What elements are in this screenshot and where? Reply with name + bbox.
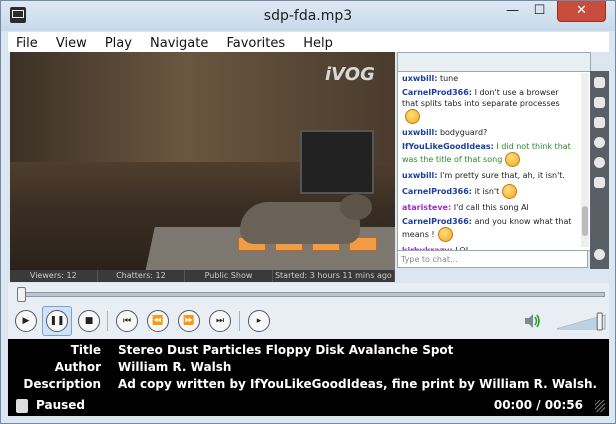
divider (239, 311, 240, 331)
metadata-value: William R. Walsh (118, 360, 232, 374)
status-bar: Paused 00:00 / 00:56 (8, 396, 609, 416)
metadata-key: Description (23, 377, 101, 391)
metadata-value: Stereo Dust Particles Floppy Disk Avalan… (118, 343, 454, 357)
stream-status-bar: Viewers: 12 Chatters: 12 Public Show Sta… (10, 270, 395, 282)
users-icon[interactable] (594, 97, 605, 108)
volume-slider[interactable] (555, 309, 607, 331)
title-bar[interactable]: sdp-fda.mp3 — ☐ ✕ (1, 1, 615, 31)
stop-button[interactable]: ■ (78, 310, 100, 332)
maximize-button[interactable]: ☐ (526, 1, 553, 21)
next-button[interactable]: ⏭ (209, 310, 231, 332)
menu-file[interactable]: File (16, 34, 38, 54)
menu-bar: File View Play Navigate Favorites Help (8, 32, 609, 52)
playback-time: 00:00 / 00:56 (493, 398, 583, 412)
video-cat-head (340, 194, 372, 220)
minimize-button[interactable]: — (499, 1, 526, 21)
chat-header (397, 52, 591, 72)
chat-nick[interactable]: CarnelProd366: (402, 187, 472, 196)
chat-message: ataristeve: I'd call this song Al (398, 201, 590, 215)
chat-sidebar (590, 71, 609, 269)
book-icon[interactable] (594, 117, 605, 128)
stream-started: Started: 3 hours 11 mins ago (273, 270, 395, 282)
app-window: sdp-fda.mp3 — ☐ ✕ File View Play Navigat… (0, 0, 616, 424)
fast-forward-button[interactable]: ⏩ (178, 310, 200, 332)
chat-nick[interactable]: CarnelProd366: (402, 88, 472, 97)
viewers-count: Viewers: 12 (10, 270, 98, 282)
seek-bar[interactable] (18, 292, 605, 297)
chat-nick[interactable]: IfYouLikeGoodIdeas: (402, 142, 494, 151)
stream-logo: iVOG (325, 64, 375, 85)
volume-icon[interactable] (523, 312, 541, 330)
chat-nick[interactable]: uxwbill: (402, 128, 437, 137)
chatters-count: Chatters: 12 (98, 270, 186, 282)
chat-text: bodyguard? (439, 128, 488, 137)
close-button[interactable]: ✕ (557, 1, 606, 22)
play-button[interactable]: ▶ (15, 310, 37, 332)
seek-thumb[interactable] (17, 287, 26, 302)
chat-nick[interactable]: uxwbill: (402, 171, 437, 180)
video-frame: iVOG (10, 52, 395, 272)
video-monitor (300, 130, 374, 194)
metadata-key: Author (54, 360, 101, 374)
rewind-button[interactable]: ⏪ (147, 310, 169, 332)
chat-text: it isn't (474, 187, 500, 196)
metadata-author-row: Author William R. Walsh (8, 358, 609, 376)
metadata-title-row: Title Stereo Dust Particles Floppy Disk … (8, 341, 609, 359)
menu-play[interactable]: Play (105, 34, 132, 54)
chat-message: uxwbill: bodyguard? (398, 126, 590, 140)
menu-view[interactable]: View (56, 34, 87, 54)
menu-navigate[interactable]: Navigate (150, 34, 208, 54)
step-button[interactable]: ▸ (248, 310, 270, 332)
chat-nick[interactable]: CarnelProd366: (402, 217, 472, 226)
pause-button[interactable]: ❚❚ (42, 306, 72, 336)
chat-nick[interactable]: uxwbill: (402, 74, 437, 83)
chat-text: I'd call this song Al (453, 203, 529, 212)
chat-message: CarnelProd366: it isn't (398, 183, 590, 201)
divider (107, 311, 108, 331)
arrow-icon[interactable] (594, 177, 605, 188)
metadata-description-row: Description Ad copy written by IfYouLike… (8, 375, 609, 393)
chat-scrollbar-thumb[interactable] (582, 206, 588, 236)
chat-message: CarnelProd366: and you know what that me… (398, 215, 590, 244)
resize-grip[interactable] (595, 400, 605, 412)
controls-row: ▶ ❚❚ ■ ⏮ ⏪ ⏩ ⏭ ▸ (8, 303, 609, 339)
gear-icon[interactable] (594, 157, 605, 168)
chat-message: CarnelProd366: I don't use a browser tha… (398, 86, 590, 126)
chat-message: IfYouLikeGoodIdeas: I did not think that… (398, 140, 590, 169)
chat-log[interactable]: uxwbill: tune CarnelProd366: I don't use … (397, 71, 591, 251)
menu-favorites[interactable]: Favorites (226, 34, 285, 54)
metadata-value: Ad copy written by IfYouLikeGoodIdeas, f… (118, 377, 598, 391)
smiley-icon (437, 227, 453, 242)
metadata-panel: Title Stereo Dust Particles Floppy Disk … (8, 339, 609, 396)
menu-help[interactable]: Help (303, 34, 333, 54)
chat-input[interactable]: Type to chat... (397, 250, 588, 268)
metadata-key: Title (70, 343, 101, 357)
bubble-icon[interactable] (594, 249, 605, 260)
smiley-icon[interactable] (594, 137, 605, 148)
smiley-icon (505, 152, 521, 167)
video-area[interactable]: iVOG Viewers: 12 Chatters: 12 Public Sho… (10, 52, 395, 282)
smiley-icon (405, 109, 420, 124)
playback-state: Paused (36, 398, 85, 412)
chat-nick[interactable]: ataristeve: (402, 203, 451, 212)
chat-message: uxwbill: I'm pretty sure that, ah, it is… (398, 169, 590, 183)
smiley-icon (502, 184, 518, 199)
chat-message: uxwbill: tune (398, 72, 590, 86)
status-icon (16, 399, 28, 413)
chat-text: I'm pretty sure that, ah, it isn't. (439, 171, 565, 180)
seek-row (8, 283, 609, 303)
chat-text: tune (439, 74, 459, 83)
show-type: Public Show (185, 270, 273, 282)
user-icon[interactable] (594, 77, 605, 88)
previous-button[interactable]: ⏮ (116, 310, 138, 332)
